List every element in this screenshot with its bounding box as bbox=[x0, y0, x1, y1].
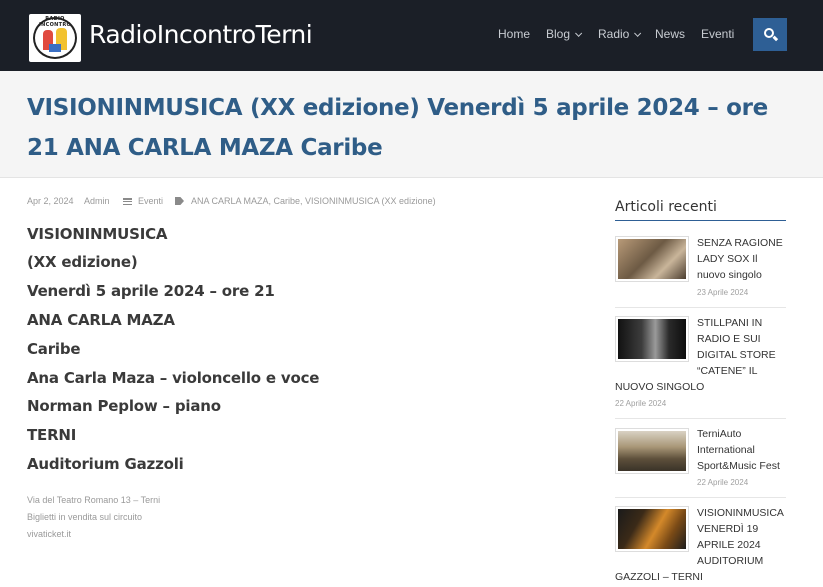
post-title-part: VISIONINMUSICA bbox=[697, 507, 784, 519]
site-logo[interactable]: RADIO INCONTRO bbox=[29, 14, 81, 62]
post-title-part: RADIO E SUI DIGITAL STORE “CATENE” IL bbox=[697, 333, 776, 377]
thumbnail-image bbox=[618, 319, 686, 359]
body-line: Ana Carla Maza – violoncello e voce bbox=[27, 369, 320, 387]
nav-item-eventi[interactable]: Eventi bbox=[701, 27, 734, 41]
chevron-down-icon bbox=[575, 29, 583, 37]
nav-label: Blog bbox=[546, 27, 571, 41]
nav-label: Radio bbox=[598, 27, 630, 41]
body-line: Auditorium Gazzoli bbox=[27, 455, 184, 473]
post-thumbnail[interactable] bbox=[615, 506, 689, 552]
recent-post-link[interactable]: STILLPANI IN RADIO E SUI DIGITAL STORE “… bbox=[697, 315, 789, 379]
logo-text: RADIO INCONTRO bbox=[38, 16, 72, 28]
post-date: Apr 2, 2024 bbox=[27, 196, 74, 206]
recent-post-date: 23 Aprile 2024 bbox=[697, 288, 749, 297]
nav-label: News bbox=[655, 27, 686, 41]
site-header: RADIO INCONTRO RadioIncontroTerni Home B… bbox=[0, 0, 823, 71]
post-author[interactable]: Admin bbox=[84, 196, 110, 206]
post-title-part: LADY SOX Il nuovo singolo bbox=[697, 253, 762, 281]
post-tags[interactable]: ANA CARLA MAZA, Caribe, VISIONINMUSICA (… bbox=[191, 196, 436, 206]
recent-post-link-tail[interactable]: NUOVO SINGOLO bbox=[615, 379, 786, 395]
recent-post-link-tail[interactable]: GAZZOLI – TERNI bbox=[615, 569, 786, 585]
post-thumbnail[interactable] bbox=[615, 236, 689, 282]
title-band: VISIONINMUSICA (XX edizione) Venerdì 5 a… bbox=[0, 71, 823, 178]
body-line: Norman Peplow – piano bbox=[27, 397, 221, 415]
nav-item-home[interactable]: Home bbox=[498, 27, 530, 41]
divider bbox=[615, 307, 786, 308]
post-title-part: VENERDÌ 19 APRILE 2024 AUDITORIUM bbox=[697, 523, 764, 567]
divider bbox=[615, 418, 786, 419]
nav-item-news[interactable]: News bbox=[655, 27, 685, 41]
search-button[interactable] bbox=[753, 18, 787, 51]
post-title-part: SENZA RAGIONE bbox=[697, 237, 783, 249]
recent-post-link[interactable]: SENZA RAGIONE LADY SOX Il nuovo singolo bbox=[697, 235, 789, 283]
nav-item-radio[interactable]: Radio bbox=[598, 27, 642, 41]
ticket-link[interactable]: vivaticket.it bbox=[27, 529, 71, 539]
post-title-part: International Sport&Music Fest bbox=[697, 444, 780, 472]
chevron-down-icon bbox=[634, 29, 642, 37]
thumbnail-image bbox=[618, 239, 686, 279]
recent-post-date: 22 Aprile 2024 bbox=[697, 478, 749, 487]
thumbnail-image bbox=[618, 509, 686, 549]
recent-post-date: 22 Aprile 2024 bbox=[615, 399, 667, 408]
nav-label: Eventi bbox=[701, 27, 735, 41]
body-line: (XX edizione) bbox=[27, 253, 138, 271]
post-title-part: STILLPANI IN bbox=[697, 317, 763, 329]
body-small-line: Via del Teatro Romano 13 – Terni bbox=[27, 495, 161, 505]
body-line: Venerdì 5 aprile 2024 – ore 21 bbox=[27, 282, 275, 300]
post-thumbnail[interactable] bbox=[615, 316, 689, 362]
tag-icon bbox=[175, 197, 184, 205]
post-title-part: TerniAuto bbox=[697, 428, 742, 440]
logo-figure-blue bbox=[49, 44, 61, 52]
body-line: TERNI bbox=[27, 426, 77, 444]
site-title[interactable]: RadioIncontroTerni bbox=[89, 20, 313, 49]
page-title: VISIONINMUSICA (XX edizione) Venerdì 5 a… bbox=[27, 95, 768, 161]
body-line: ANA CARLA MAZA bbox=[27, 311, 175, 329]
thumbnail-image bbox=[618, 431, 686, 471]
recent-post-link[interactable]: TerniAuto International Sport&Music Fest bbox=[697, 426, 789, 474]
body-small-line: Biglietti in vendita sul circuito bbox=[27, 512, 143, 522]
body-line: Caribe bbox=[27, 340, 81, 358]
recent-post-link[interactable]: VISIONINMUSICA VENERDÌ 19 APRILE 2024 AU… bbox=[697, 505, 789, 569]
sidebar-heading: Articoli recenti bbox=[615, 199, 717, 215]
search-icon-handle bbox=[772, 35, 779, 41]
post-thumbnail[interactable] bbox=[615, 428, 689, 474]
category-icon bbox=[123, 198, 132, 206]
nav-label: Home bbox=[498, 27, 531, 41]
nav-item-blog[interactable]: Blog bbox=[546, 27, 583, 41]
post-category[interactable]: Eventi bbox=[138, 196, 163, 206]
sidebar-heading-rule bbox=[615, 220, 786, 221]
body-line: VISIONINMUSICA bbox=[27, 225, 168, 243]
divider bbox=[615, 497, 786, 498]
